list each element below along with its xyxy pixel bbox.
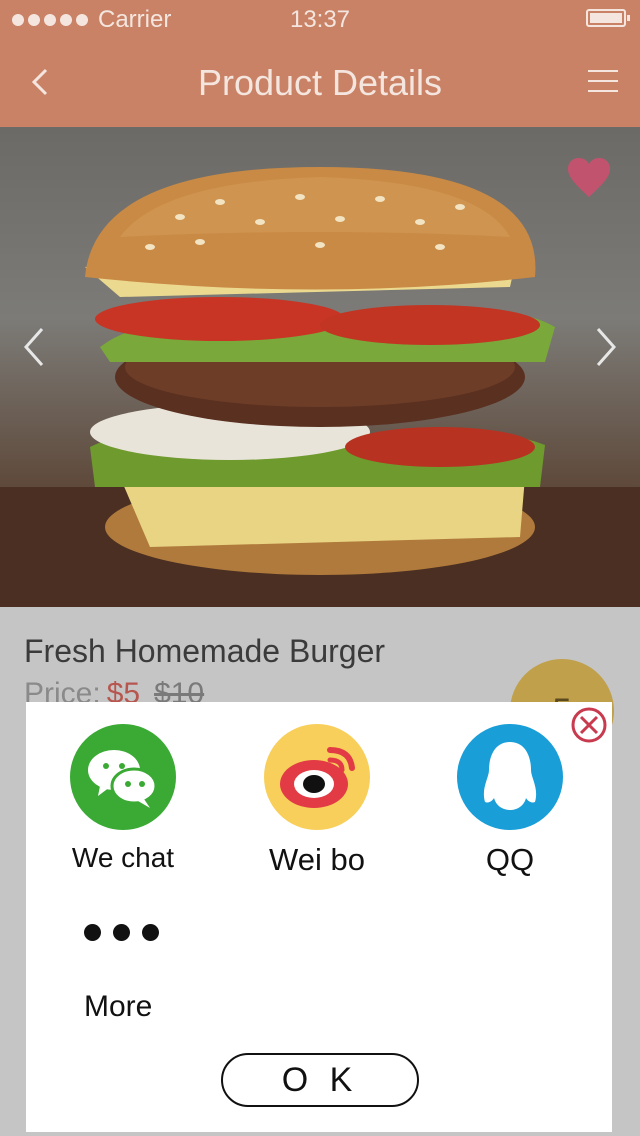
qq-label: QQ — [485, 842, 535, 877]
status-time: 13:37 — [289, 6, 351, 33]
qq-icon — [457, 724, 563, 830]
more-label[interactable]: More — [84, 990, 152, 1024]
product-image — [0, 127, 640, 607]
wechat-icon — [70, 724, 176, 830]
heart-icon[interactable] — [566, 157, 612, 199]
weibo-icon — [264, 724, 370, 830]
weibo-label: Wei bo — [269, 842, 365, 877]
share-weibo-button[interactable]: Wei bo — [264, 724, 370, 878]
wechat-label: We chat — [71, 842, 175, 873]
hamburger-menu-icon[interactable] — [588, 70, 618, 94]
battery-icon — [586, 9, 630, 27]
product-name: Fresh Homemade Burger — [24, 633, 386, 669]
more-icon[interactable] — [84, 924, 159, 941]
status-bar: Carrier 13:37 — [0, 0, 640, 40]
next-image-icon[interactable] — [590, 325, 620, 369]
prev-image-icon[interactable] — [20, 325, 50, 369]
share-qq-button[interactable]: QQ — [457, 724, 563, 878]
share-wechat-button[interactable]: We chat — [70, 724, 176, 874]
burger-illustration — [0, 167, 640, 607]
ok-button[interactable]: O K — [221, 1053, 419, 1107]
close-circle-icon[interactable] — [570, 706, 608, 744]
page-title: Product Details — [197, 62, 443, 103]
nav-bar: Product Details — [0, 40, 640, 127]
